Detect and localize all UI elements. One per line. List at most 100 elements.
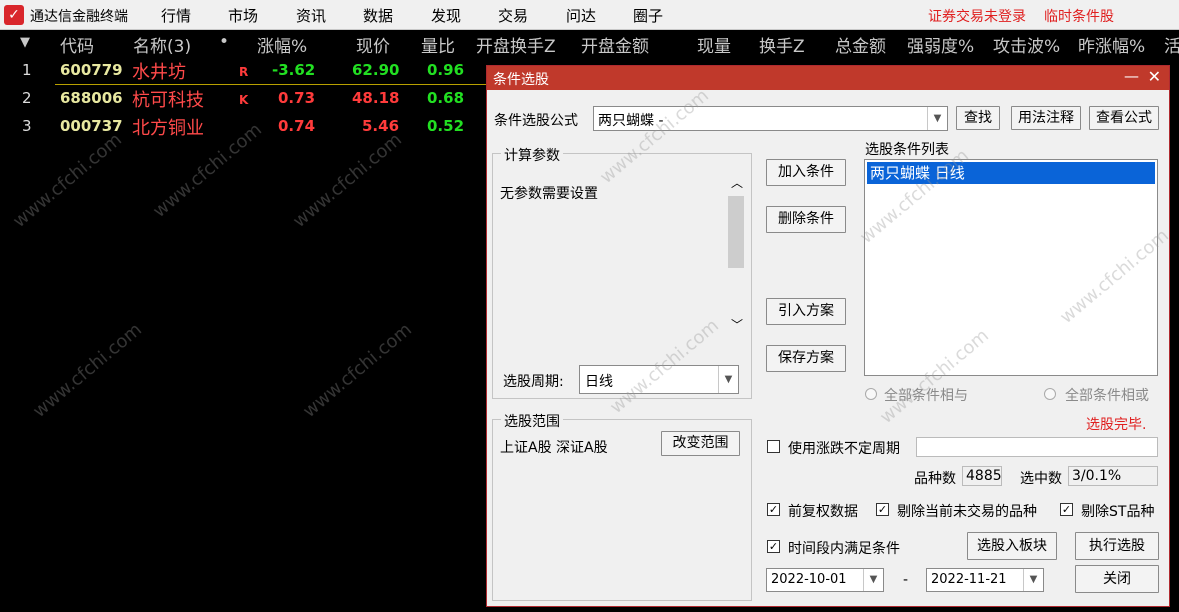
menu-faxian[interactable]: 发现 <box>431 5 461 26</box>
condition-list[interactable]: 两只蝴蝶 日线 <box>864 159 1158 376</box>
period-value: 日线 <box>585 374 613 390</box>
view-formula-button[interactable]: 查看公式 <box>1089 106 1159 130</box>
row-ratio: 0.96 <box>427 61 465 79</box>
formula-select[interactable]: 两只蝴蝶 - ▼ <box>593 106 948 131</box>
execute-select-button[interactable]: 执行选股 <box>1075 532 1159 560</box>
save-plan-button[interactable]: 保存方案 <box>766 345 846 372</box>
chevron-down-icon[interactable]: ▼ <box>1023 569 1043 591</box>
row-code: 600779 <box>60 61 123 79</box>
dialog-titlebar[interactable]: 条件选股 — ✕ <box>487 66 1169 90</box>
row-name: 杭可科技 <box>132 90 204 111</box>
chevron-down-icon[interactable]: ▼ <box>927 107 947 130</box>
period-condition-label[interactable]: 时间段内满足条件 <box>788 538 900 558</box>
radio-or[interactable] <box>1044 388 1056 400</box>
row-index: 2 <box>22 89 32 107</box>
to-block-button[interactable]: 选股入板块 <box>967 532 1057 560</box>
forward-adjust-checkbox[interactable]: ✓ <box>767 503 780 516</box>
calc-params-group: 计算参数 无参数需要设置 ︿ ﹀ 选股周期: 日线 ▼ <box>492 145 752 399</box>
scroll-up-icon[interactable]: ︿ <box>731 174 743 191</box>
menu-bar: ✓ 通达信金融终端 行情 市场 资讯 数据 发现 交易 问达 圈子 证券交易未登… <box>0 0 1179 30</box>
col-turnover[interactable]: 换手Z <box>759 32 805 57</box>
minimize-icon[interactable]: — <box>1124 67 1139 85</box>
selected-count-box: 3/0.1% <box>1068 466 1158 486</box>
variety-count-label: 品种数 <box>914 471 956 487</box>
col-change[interactable]: 涨幅% <box>257 32 307 57</box>
chevron-down-icon[interactable]: ▼ <box>863 569 883 591</box>
period-condition-checkbox[interactable]: ✓ <box>767 540 780 553</box>
exclude-st-checkbox[interactable]: ✓ <box>1060 503 1073 516</box>
radio-and-label[interactable]: 全部条件相与 <box>884 385 968 405</box>
delete-condition-button[interactable]: 删除条件 <box>766 206 846 233</box>
watermark: www.cfchi.com <box>289 129 406 232</box>
forward-adjust-label[interactable]: 前复权数据 <box>788 501 858 521</box>
menu-wenda[interactable]: 问达 <box>566 5 596 26</box>
formula-value: 两只蝴蝶 - <box>598 113 664 129</box>
dialog-title: 条件选股 <box>493 72 549 88</box>
col-open-amount[interactable]: 开盘金额 <box>581 32 649 57</box>
calc-params-title: 计算参数 <box>501 145 563 165</box>
condition-select-dialog: 条件选股 — ✕ 条件选股公式 两只蝴蝶 - ▼ 查找 用法注释 查看公式 计算… <box>486 65 1173 607</box>
row-flag: K <box>239 93 249 107</box>
col-more[interactable]: 活 <box>1164 32 1179 57</box>
row-change: 0.74 <box>278 117 316 135</box>
uncertain-period-label[interactable]: 使用涨跌不定周期 <box>788 438 900 458</box>
change-range-button[interactable]: 改变范围 <box>661 431 740 456</box>
date-to-picker[interactable]: 2022-11-21 ▼ <box>926 568 1044 592</box>
col-prev-change[interactable]: 昨涨幅% <box>1078 32 1145 57</box>
col-dot[interactable]: • <box>219 32 229 52</box>
period-select[interactable]: 日线 ▼ <box>579 365 739 394</box>
date-separator: - <box>903 572 909 588</box>
menu-hangqing[interactable]: 行情 <box>161 5 191 26</box>
watermark: www.cfchi.com <box>9 129 126 232</box>
row-ratio: 0.52 <box>427 117 465 135</box>
period-label: 选股周期: <box>503 374 564 390</box>
col-open-turnover[interactable]: 开盘换手Z <box>476 32 556 57</box>
menu-jiaoyi[interactable]: 交易 <box>498 5 528 26</box>
menu-zixun[interactable]: 资讯 <box>296 5 326 26</box>
chevron-down-icon[interactable]: ▼ <box>718 366 738 393</box>
date-to-value: 2022-11-21 <box>931 572 1007 587</box>
add-condition-button[interactable]: 加入条件 <box>766 159 846 186</box>
close-icon[interactable]: ✕ <box>1148 67 1161 86</box>
close-button[interactable]: 关闭 <box>1075 565 1159 593</box>
sort-arrow-icon[interactable]: ▼ <box>20 35 30 50</box>
col-name[interactable]: 名称(3) <box>133 32 191 57</box>
scroll-thumb[interactable] <box>728 196 744 268</box>
uncertain-period-checkbox[interactable] <box>767 440 780 453</box>
variety-count-box: 4885 <box>962 466 1002 486</box>
login-status[interactable]: 证券交易未登录 <box>928 6 1026 26</box>
app-name: 通达信金融终端 <box>30 9 128 25</box>
radio-and[interactable] <box>865 388 877 400</box>
watermark: www.cfchi.com <box>29 319 146 422</box>
range-title: 选股范围 <box>501 411 563 431</box>
col-attack-wave[interactable]: 攻击波% <box>993 32 1060 57</box>
menu-quanzi[interactable]: 圈子 <box>633 5 663 26</box>
date-from-picker[interactable]: 2022-10-01 ▼ <box>766 568 884 592</box>
selected-count-value: 3/0.1% <box>1072 468 1122 484</box>
params-scrollbar[interactable]: ︿ ﹀ <box>726 174 746 334</box>
import-plan-button[interactable]: 引入方案 <box>766 298 846 325</box>
col-volume-ratio[interactable]: 量比 <box>421 32 455 57</box>
col-price[interactable]: 现价 <box>356 32 390 57</box>
col-current-volume[interactable]: 现量 <box>697 32 731 57</box>
usage-note-button[interactable]: 用法注释 <box>1011 106 1081 130</box>
row-ratio: 0.68 <box>427 89 465 107</box>
row-price: 62.90 <box>352 61 400 79</box>
exclude-untraded-checkbox[interactable]: ✓ <box>876 503 889 516</box>
menu-shichang[interactable]: 市场 <box>228 5 258 26</box>
uncertain-period-input[interactable] <box>916 437 1158 457</box>
col-code[interactable]: 代码 <box>60 32 94 57</box>
exclude-st-label[interactable]: 剔除ST品种 <box>1081 501 1154 521</box>
menu-shuju[interactable]: 数据 <box>363 5 393 26</box>
condition-list-title: 选股条件列表 <box>865 142 949 158</box>
exclude-untraded-label[interactable]: 剔除当前未交易的品种 <box>897 501 1037 521</box>
find-button[interactable]: 查找 <box>956 106 1000 130</box>
list-item[interactable]: 两只蝴蝶 日线 <box>867 162 1155 184</box>
col-strength[interactable]: 强弱度% <box>907 32 974 57</box>
col-total-amount[interactable]: 总金额 <box>835 32 886 57</box>
row-name: 水井坊 <box>132 62 186 83</box>
row-index: 1 <box>22 61 32 79</box>
temp-condition-status[interactable]: 临时条件股 <box>1044 6 1114 26</box>
radio-or-label[interactable]: 全部条件相或 <box>1065 385 1149 405</box>
scroll-down-icon[interactable]: ﹀ <box>731 316 743 333</box>
